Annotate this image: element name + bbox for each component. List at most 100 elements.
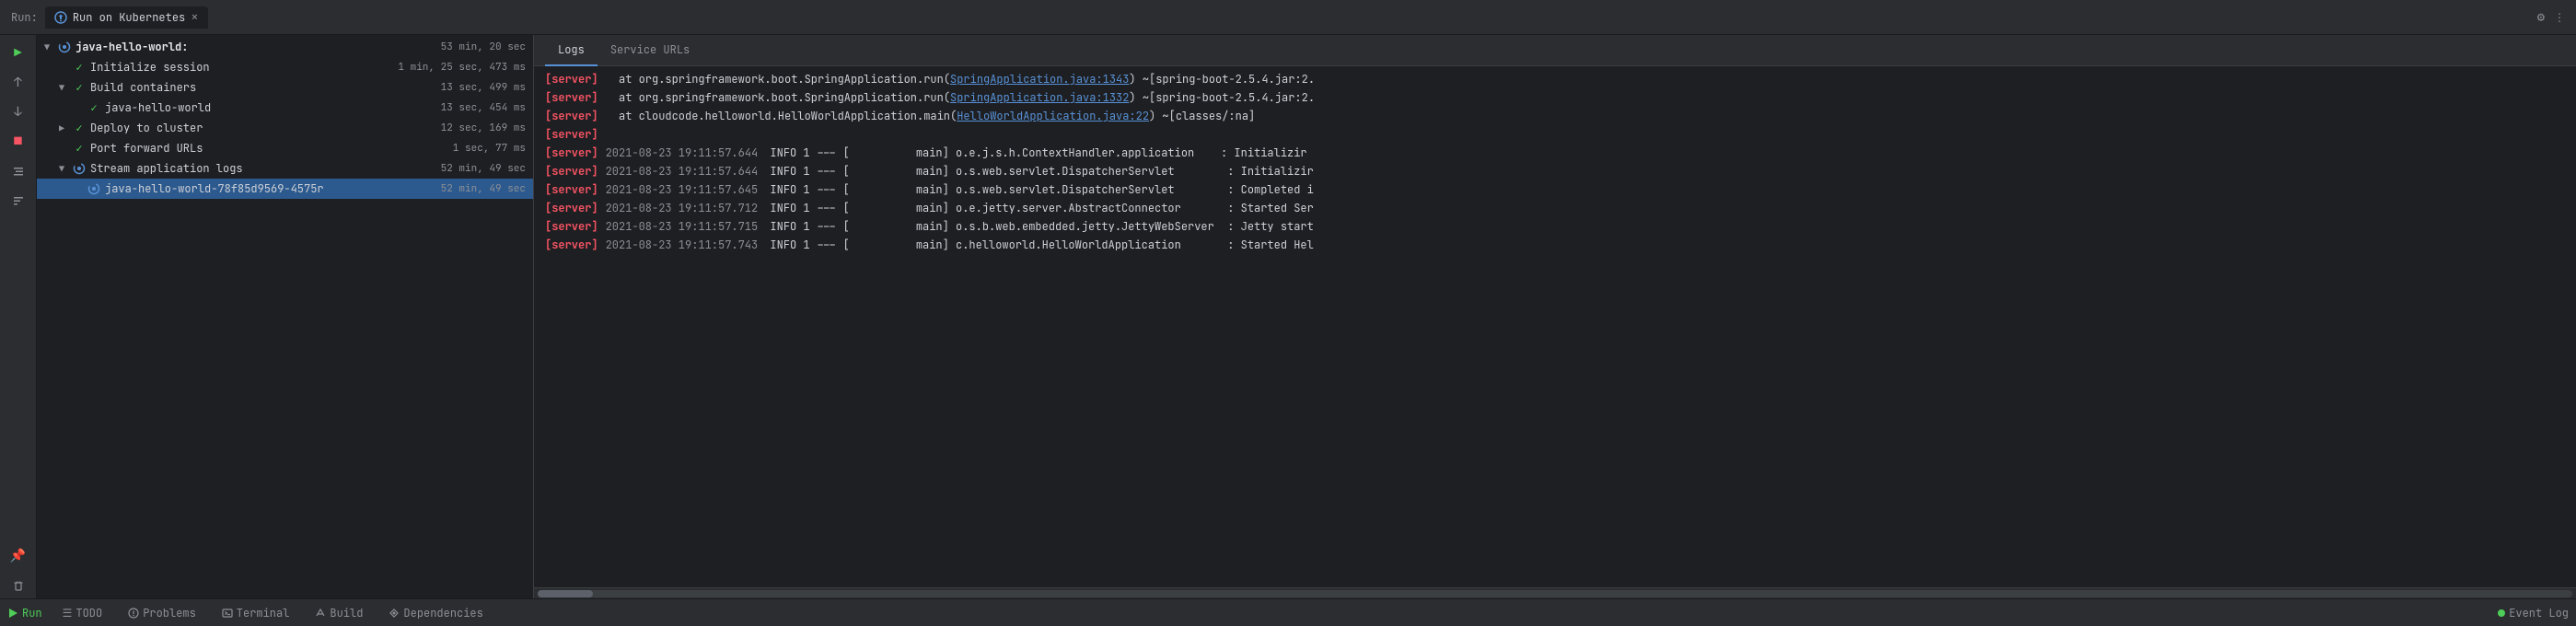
log-prefix: [server] bbox=[545, 89, 598, 106]
todo-button[interactable]: ☰ TODO bbox=[57, 604, 109, 622]
scroll-up-button[interactable]: ↑ bbox=[6, 70, 31, 96]
stop-button[interactable]: ■ bbox=[6, 129, 31, 155]
tree-panel: ▼ java-hello-world: 53 min, 20 sec ✓ Ini… bbox=[37, 35, 534, 598]
more-icon[interactable]: ⋮ bbox=[2554, 10, 2565, 25]
format-button[interactable] bbox=[6, 158, 31, 184]
log-horizontal-scrollbar[interactable] bbox=[534, 587, 2576, 598]
pod-label: java-hello-world-78f85d9569-4575r bbox=[105, 181, 434, 196]
log-panel: Logs Service URLs [server] at org.spring… bbox=[534, 35, 2576, 598]
root-spin-icon bbox=[57, 40, 72, 54]
tab-close-button[interactable]: × bbox=[191, 11, 198, 24]
tree-item-stream[interactable]: ▼ Stream application logs 52 min, 49 sec bbox=[37, 158, 533, 179]
build-button[interactable]: Build bbox=[309, 604, 368, 622]
pod-time: 52 min, 49 sec bbox=[441, 182, 526, 195]
problems-label: Problems bbox=[143, 606, 196, 620]
build-label: Build containers bbox=[90, 80, 434, 95]
terminal-button[interactable]: Terminal bbox=[216, 604, 296, 622]
log-link[interactable]: SpringApplication.java:1332 bbox=[950, 90, 1129, 105]
port-check-icon: ✓ bbox=[72, 141, 87, 156]
tree-item-pod[interactable]: java-hello-world-78f85d9569-4575r 52 min… bbox=[37, 179, 533, 199]
log-line: [server] at org.springframework.boot.Spr… bbox=[534, 70, 2576, 88]
dependencies-label: Dependencies bbox=[403, 606, 482, 620]
pod-loading-icon bbox=[87, 182, 100, 195]
tree-item-init[interactable]: ✓ Initialize session 1 min, 25 sec, 473 … bbox=[37, 57, 533, 77]
status-bar: Run ☰ TODO Problems Terminal bbox=[0, 598, 2576, 626]
log-content[interactable]: [server] at org.springframework.boot.Spr… bbox=[534, 66, 2576, 587]
build-icon bbox=[315, 608, 326, 619]
pin-button[interactable]: 📌 bbox=[6, 543, 31, 569]
stream-time: 52 min, 49 sec bbox=[441, 162, 526, 175]
log-prefix: [server] bbox=[545, 126, 598, 143]
problems-button[interactable]: Problems bbox=[122, 604, 202, 622]
log-prefix: [server] bbox=[545, 218, 598, 235]
log-prefix: [server] bbox=[545, 108, 598, 124]
tab-logs[interactable]: Logs bbox=[545, 35, 598, 66]
run-toolbar: ▶ ↑ ↓ ■ 📌 bbox=[0, 35, 37, 598]
top-bar-right: ⚙ ⋮ bbox=[2537, 9, 2565, 26]
tab-service-urls[interactable]: Service URLs bbox=[598, 35, 702, 66]
root-arrow: ▼ bbox=[44, 41, 57, 53]
build-time: 13 sec, 499 ms bbox=[441, 81, 526, 94]
tree-item-build-child[interactable]: ✓ java-hello-world 13 sec, 454 ms bbox=[37, 98, 533, 118]
indent-icon bbox=[12, 165, 25, 178]
run-status-button[interactable]: Run bbox=[7, 606, 42, 620]
dependencies-icon bbox=[389, 608, 400, 619]
log-timestamp: 2021-08-23 19:11:57.715 bbox=[606, 218, 759, 235]
sort-icon bbox=[12, 194, 25, 207]
log-text: at cloudcode.helloworld.HelloWorldApplic… bbox=[606, 108, 1256, 124]
log-text: at org.springframework.boot.SpringApplic… bbox=[606, 71, 1315, 87]
build-arrow: ▼ bbox=[59, 82, 72, 94]
log-prefix: [server] bbox=[545, 237, 598, 253]
log-prefix: [server] bbox=[545, 71, 598, 87]
terminal-label: Terminal bbox=[237, 606, 290, 620]
log-prefix: [server] bbox=[545, 163, 598, 180]
log-link[interactable]: HelloWorldApplication.java:22 bbox=[957, 109, 1149, 123]
build-child-time: 13 sec, 454 ms bbox=[441, 101, 526, 114]
tab-label: Run on Kubernetes bbox=[73, 10, 185, 25]
run-status-icon bbox=[7, 608, 18, 619]
top-bar-left: Run: Run on Kubernetes × bbox=[11, 6, 208, 29]
scrollbar-thumb[interactable] bbox=[538, 590, 593, 597]
log-line: [server] bbox=[534, 125, 2576, 144]
sort-button[interactable] bbox=[6, 188, 31, 214]
tree-item-deploy[interactable]: ▶ ✓ Deploy to cluster 12 sec, 169 ms bbox=[37, 118, 533, 138]
log-line: [server] 2021-08-23 19:11:57.645 INFO 1 … bbox=[534, 180, 2576, 199]
log-timestamp: 2021-08-23 19:11:57.743 bbox=[606, 237, 759, 253]
log-text: INFO 1 --- [ main] o.s.web.servlet.Dispa… bbox=[763, 163, 1314, 180]
tree-item-build[interactable]: ▼ ✓ Build containers 13 sec, 499 ms bbox=[37, 77, 533, 98]
todo-icon: ☰ bbox=[63, 606, 73, 620]
stream-arrow: ▼ bbox=[59, 163, 72, 175]
log-line: [server] 2021-08-23 19:11:57.712 INFO 1 … bbox=[534, 199, 2576, 217]
settings-icon[interactable]: ⚙ bbox=[2537, 9, 2545, 26]
build-check-icon: ✓ bbox=[72, 80, 87, 95]
stream-loading-icon bbox=[73, 162, 86, 175]
run-tab[interactable]: Run on Kubernetes × bbox=[45, 6, 208, 29]
deploy-check-icon: ✓ bbox=[72, 121, 87, 135]
pod-spin-icon bbox=[87, 181, 101, 196]
delete-button[interactable] bbox=[6, 573, 31, 598]
log-link[interactable]: SpringApplication.java:1343 bbox=[950, 72, 1129, 87]
build-label: Build bbox=[330, 606, 363, 620]
top-bar: Run: Run on Kubernetes × ⚙ ⋮ bbox=[0, 0, 2576, 35]
dependencies-button[interactable]: Dependencies bbox=[383, 604, 488, 622]
log-prefix: [server] bbox=[545, 200, 598, 216]
event-log-label[interactable]: Event Log bbox=[2509, 606, 2569, 620]
init-time: 1 min, 25 sec, 473 ms bbox=[398, 61, 526, 74]
rerun-button[interactable]: ▶ bbox=[6, 41, 31, 66]
log-line: [server] 2021-08-23 19:11:57.644 INFO 1 … bbox=[534, 162, 2576, 180]
deploy-arrow: ▶ bbox=[59, 122, 72, 134]
tree-root[interactable]: ▼ java-hello-world: 53 min, 20 sec bbox=[37, 37, 533, 57]
log-text: at org.springframework.boot.SpringApplic… bbox=[606, 89, 1315, 106]
log-text: INFO 1 --- [ main] o.s.b.web.embedded.je… bbox=[763, 218, 1314, 235]
log-timestamp: 2021-08-23 19:11:57.712 bbox=[606, 200, 759, 216]
kubernetes-icon bbox=[54, 11, 67, 24]
tree-item-port[interactable]: ✓ Port forward URLs 1 sec, 77 ms bbox=[37, 138, 533, 158]
stream-spin-icon bbox=[72, 161, 87, 176]
log-line: [server] 2021-08-23 19:11:57.715 INFO 1 … bbox=[534, 217, 2576, 236]
init-label: Initialize session bbox=[90, 60, 390, 75]
scrollbar-track[interactable] bbox=[538, 590, 2572, 597]
run-status-label: Run bbox=[22, 606, 42, 620]
scroll-down-button[interactable]: ↓ bbox=[6, 99, 31, 125]
problems-icon bbox=[128, 608, 139, 619]
log-prefix: [server] bbox=[545, 181, 598, 198]
